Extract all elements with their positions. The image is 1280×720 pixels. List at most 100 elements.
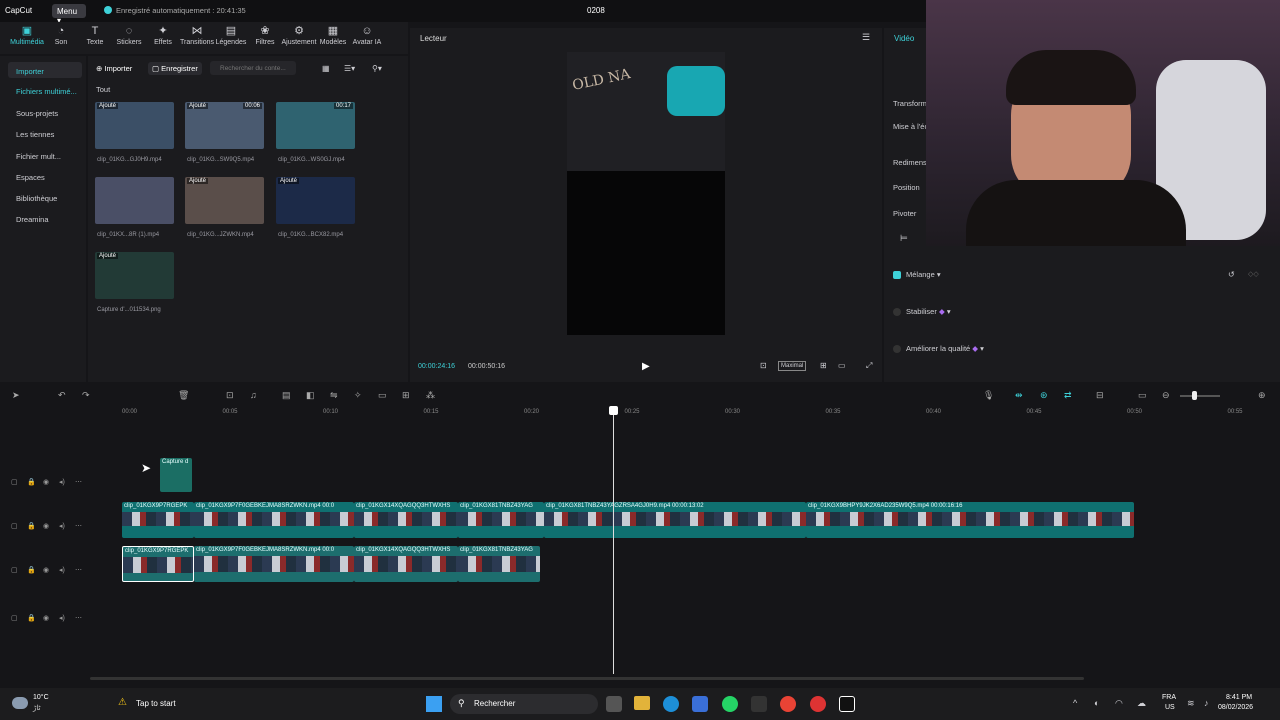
weather-icon[interactable] [12, 697, 28, 709]
import-button[interactable]: ⊕ Importer [96, 64, 132, 73]
lock-icon[interactable]: 🔒 [27, 522, 36, 530]
clock-time[interactable]: 8:41 PM [1226, 694, 1252, 701]
stabilize-checkbox[interactable] [893, 308, 901, 316]
lock-icon[interactable]: 🔒 [27, 566, 36, 574]
zoom-in-icon[interactable]: ⊕ [1258, 390, 1266, 401]
player-menu-icon[interactable]: ☰ [862, 32, 870, 43]
mute-icon[interactable]: ◂) [59, 566, 65, 574]
zoom-slider[interactable] [1180, 395, 1220, 397]
overlay-track-clip[interactable]: clip_01KGX81TNBZ43YAG [458, 546, 540, 582]
volume-icon[interactable]: ♪ [1204, 698, 1209, 708]
tray-app-icon[interactable]: ◐ [1094, 698, 1099, 708]
zoom-slider-knob[interactable] [1192, 391, 1197, 400]
preview-icon[interactable]: ⊟ [1096, 390, 1104, 401]
media-thumb[interactable]: Ajouté [95, 252, 174, 299]
store-icon[interactable] [692, 696, 708, 712]
main-track-clip[interactable]: clip_01KGX14XQAGQQ3HTWXHS [354, 502, 458, 538]
freeze-icon[interactable]: ▤ [282, 390, 291, 401]
undo-icon[interactable]: ↶ [58, 390, 66, 401]
aspect-icon[interactable]: ▭ [838, 361, 846, 370]
app-icon[interactable] [751, 696, 767, 712]
toolbar-template[interactable]: ▦ Modèles [314, 26, 352, 47]
blend-label[interactable]: Mélange ▾ [906, 270, 941, 279]
playhead-handle[interactable] [609, 406, 618, 415]
nav-spaces[interactable]: Espaces [16, 173, 45, 182]
visibility-icon[interactable]: ◉ [43, 478, 49, 486]
enhance-checkbox[interactable] [893, 345, 901, 353]
record-button[interactable]: ▢ Enregistrer [148, 62, 202, 75]
mute-icon[interactable]: ◂) [59, 522, 65, 530]
reverse-icon[interactable]: ◧ [306, 390, 315, 401]
toolbar-filter[interactable]: ❀ Filtres [246, 26, 284, 47]
taskbar-search[interactable]: ⚲ Rechercher [450, 694, 598, 714]
grid-view-icon[interactable]: ▦ [322, 64, 330, 73]
mute-icon[interactable]: ◂) [59, 614, 65, 622]
video-tab[interactable]: Vidéo [894, 34, 914, 43]
nav-subprojects[interactable]: Sous-projets [16, 109, 58, 118]
capture-clip[interactable]: Capture d [160, 458, 192, 492]
crop-icon[interactable]: ⊡ [226, 390, 234, 401]
main-track-clip[interactable]: clip_01KGX81TNBZ43YAG [458, 502, 544, 538]
network-icon[interactable]: ◠ [1115, 698, 1123, 709]
mic-icon[interactable]: 🎙 [983, 390, 994, 401]
delete-icon[interactable]: 🗑 [178, 390, 189, 401]
toolbar-adjust[interactable]: ⚙ Ajustement [280, 26, 318, 47]
main-track-clip[interactable]: clip_01KGX9P7RGEPK [122, 502, 194, 538]
lock-icon[interactable]: 🔒 [27, 478, 36, 486]
redo-icon[interactable]: ↷ [82, 390, 90, 401]
split-icon[interactable]: ▭ [378, 390, 387, 401]
menu-button[interactable]: Menu ▾ [52, 4, 86, 25]
caption-icon[interactable]: ▭ [1138, 390, 1147, 401]
video-preview[interactable]: OLD NA [567, 52, 725, 335]
more-icon[interactable]: ⋯ [75, 614, 82, 622]
crop-icon[interactable]: ⊡ [760, 361, 767, 370]
project-name[interactable]: 0208 [587, 6, 605, 15]
overlay-track-clip[interactable]: clip_01KGX9P7RGEPK [122, 546, 194, 582]
media-thumb[interactable]: Ajouté [185, 177, 264, 224]
toolbar-transition[interactable]: ⋈ Transitions [178, 26, 216, 47]
track-icon[interactable]: ▢ [11, 614, 18, 622]
fit-icon[interactable]: ⊞ [820, 361, 827, 370]
fullscreen-icon[interactable]: ⤢ [866, 361, 872, 371]
whatsapp-icon[interactable] [722, 696, 738, 712]
sort-icon[interactable]: ☰▾ [344, 64, 355, 73]
explorer-icon[interactable] [634, 696, 650, 710]
align-icon[interactable]: ⊨ [900, 233, 908, 244]
track-icon[interactable]: ▢ [11, 478, 18, 486]
playhead[interactable] [613, 408, 614, 674]
chrome-icon[interactable] [780, 696, 796, 712]
mute-icon[interactable]: ◂) [59, 478, 65, 486]
lang-label[interactable]: FRA [1162, 694, 1176, 701]
toolbar-media[interactable]: ▣ Multimédia [8, 26, 46, 47]
toolbar-caption[interactable]: ▤ Légendes [212, 26, 250, 47]
fit-icon[interactable]: ⊞ [402, 390, 410, 401]
magnet-icon[interactable]: ⊛ [1040, 390, 1048, 401]
more-icon[interactable]: ⋯ [75, 478, 82, 486]
edge-icon[interactable] [663, 696, 679, 712]
audio-sep-icon[interactable]: ♫ [250, 390, 257, 400]
media-thumb[interactable] [95, 177, 174, 224]
filter-all-tab[interactable]: Tout [96, 85, 110, 94]
main-track-clip[interactable]: clip_01KGX81TNBZ43YAGZRSA4GJ0H9.mp4 00:0… [544, 502, 806, 538]
cloud-icon[interactable]: ☁ [1137, 698, 1146, 709]
stabilize-label[interactable]: Stabiliser ◆ ▾ [906, 307, 951, 316]
overlay-track-clip[interactable]: clip_01KGX14XQAGQQ3HTWXHS [354, 546, 458, 582]
enhance-label[interactable]: Améliorer la qualité ◆ ▾ [906, 344, 984, 353]
lock-icon[interactable]: 🔒 [27, 614, 36, 622]
weather-temp[interactable]: 10°C [33, 694, 49, 701]
zoom-out-icon[interactable]: ⊖ [1162, 390, 1170, 401]
reset-icon[interactable]: ↺ [1228, 270, 1235, 279]
nav-media-file[interactable]: Fichier mult... [16, 152, 61, 161]
more-icon[interactable]: ⋯ [75, 522, 82, 530]
overlay-track-clip[interactable]: clip_01KGX9P7F0GEBKEJMA8SRZWKN.mp4 00:0 [194, 546, 354, 582]
blend-checkbox[interactable] [893, 271, 901, 279]
visibility-icon[interactable]: ◉ [43, 614, 49, 622]
snap-icon[interactable]: ⇄ [1064, 390, 1072, 401]
toolbar-text[interactable]: T Texte [76, 26, 114, 47]
keyframe-icon[interactable]: ◇◇ [1248, 270, 1259, 278]
toolbar-audio[interactable]: ◔ Son [42, 26, 80, 47]
speed-icon[interactable]: ⁂ [426, 390, 435, 401]
toolbar-effects[interactable]: ✦ Effets [144, 26, 182, 47]
capcut-taskbar-icon[interactable] [839, 696, 855, 712]
visibility-icon[interactable]: ◉ [43, 566, 49, 574]
